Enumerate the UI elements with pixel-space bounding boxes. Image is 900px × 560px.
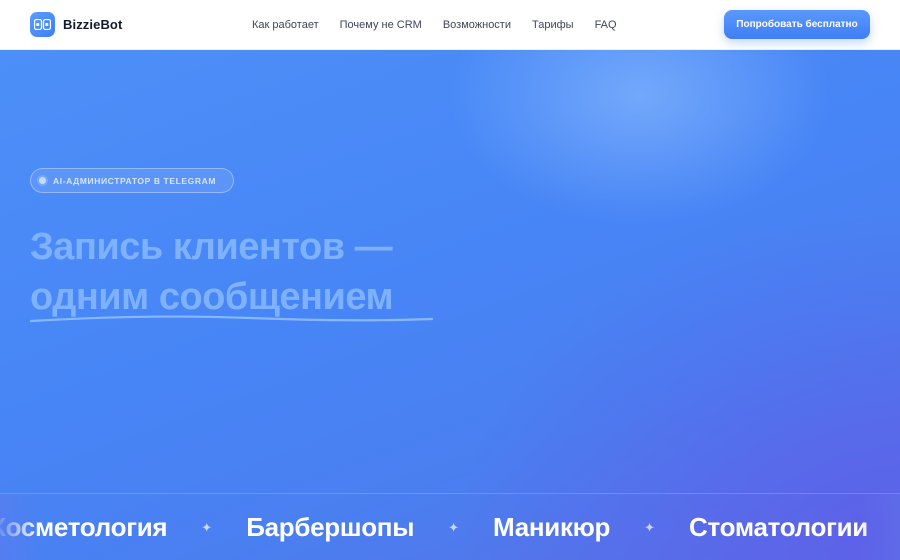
brand-logo[interactable]: BizzieBot [30,12,122,37]
nav-features[interactable]: Возможности [443,18,511,32]
headline-underline-icon [30,315,434,323]
marquee-track: Косметология ✦ Барбершопы ✦ Маникюр ✦ Ст… [0,512,868,543]
marquee-fade-right [860,494,900,560]
sparkle-icon: ✦ [201,519,213,535]
bot-icon [30,12,55,37]
status-dot-icon [39,177,46,184]
sparkle-icon: ✦ [644,519,656,535]
industry-item: Стоматологии [689,512,868,542]
hero-headline-line-1: Запись клиентов — [30,226,393,268]
hero-badge-text: AI-АДМИНИСТРАТОР В TELEGRAM [53,175,217,186]
site-header: BizzieBot Как работает Почему не CRM Воз… [0,0,900,50]
nav-how-it-works[interactable]: Как работает [252,18,319,32]
hero-section: AI-АДМИНИСТРАТОР В TELEGRAM Запись клиен… [0,50,900,560]
sparkle-icon: ✦ [448,519,460,535]
marquee-fade-left [0,494,40,560]
hero-badge: AI-АДМИНИСТРАТОР В TELEGRAM [30,168,234,193]
hero-headline: Запись клиентов — одним сообщением [30,222,550,322]
nav-why-not-crm[interactable]: Почему не CRM [340,18,422,32]
nav-pricing[interactable]: Тарифы [532,18,574,32]
brand-name: BizzieBot [63,17,123,32]
try-free-button[interactable]: Попробовать бесплатно [724,10,870,39]
industries-marquee: Косметология ✦ Барбершопы ✦ Маникюр ✦ Ст… [0,493,900,560]
nav-faq[interactable]: FAQ [595,18,617,32]
main-nav: Как работает Почему не CRM Возможности Т… [252,18,617,32]
industry-item: Маникюр [493,512,611,542]
industry-item: Барбершопы [246,512,415,542]
